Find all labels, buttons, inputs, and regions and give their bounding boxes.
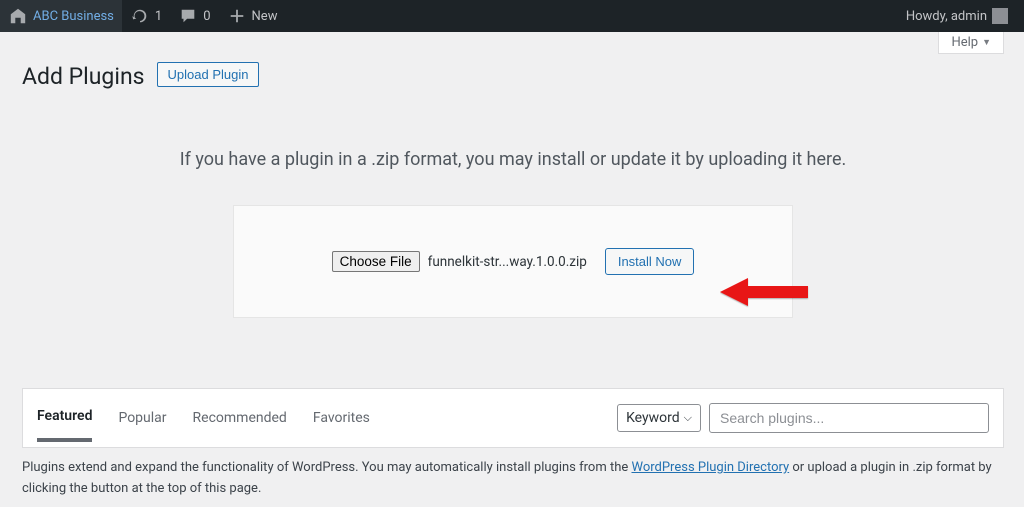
search-input[interactable] bbox=[709, 403, 989, 433]
page-title-row: Add Plugins Upload Plugin bbox=[22, 54, 1004, 94]
filter-search: Keyword ⌵ bbox=[617, 403, 989, 447]
filter-tabs: Featured Popular Recommended Favorites bbox=[37, 408, 370, 442]
avatar bbox=[992, 8, 1008, 24]
new-content-menu[interactable]: New bbox=[219, 0, 286, 32]
updates-menu[interactable]: 1 bbox=[122, 0, 170, 32]
tab-popular[interactable]: Popular bbox=[118, 410, 166, 440]
site-name-label: ABC Business bbox=[33, 9, 114, 24]
new-label: New bbox=[252, 9, 278, 24]
admin-bar-left: ABC Business 1 0 New bbox=[0, 0, 285, 32]
admin-bar-right: Howdy, admin bbox=[898, 0, 1016, 32]
refresh-icon bbox=[130, 6, 150, 26]
search-type-select[interactable]: Keyword ⌵ bbox=[617, 404, 701, 432]
chevron-down-icon: ⌵ bbox=[684, 411, 692, 425]
chevron-down-icon: ▼ bbox=[982, 37, 991, 48]
updates-count: 1 bbox=[155, 9, 162, 24]
upload-intro-text: If you have a plugin in a .zip format, y… bbox=[22, 149, 1004, 170]
install-now-button[interactable]: Install Now bbox=[605, 248, 695, 275]
help-tab[interactable]: Help ▼ bbox=[938, 32, 1004, 54]
comments-menu[interactable]: 0 bbox=[170, 0, 218, 32]
selected-filename: funnelkit-str...way.1.0.0.zip bbox=[428, 254, 587, 270]
page-wrap: Help ▼ Add Plugins Upload Plugin If you … bbox=[0, 32, 1024, 500]
account-menu[interactable]: Howdy, admin bbox=[898, 0, 1016, 32]
plus-icon bbox=[227, 6, 247, 26]
site-name-menu[interactable]: ABC Business bbox=[0, 0, 122, 32]
help-label: Help bbox=[951, 35, 978, 50]
admin-bar: ABC Business 1 0 New Howdy, admin bbox=[0, 0, 1024, 32]
comments-count: 0 bbox=[203, 9, 210, 24]
comment-icon bbox=[178, 6, 198, 26]
home-icon bbox=[8, 6, 28, 26]
tab-favorites[interactable]: Favorites bbox=[313, 410, 370, 440]
upload-box: Choose File funnelkit-str...way.1.0.0.zi… bbox=[233, 205, 793, 318]
filter-bar: Featured Popular Recommended Favorites K… bbox=[22, 388, 1004, 448]
description-text: Plugins extend and expand the functional… bbox=[22, 458, 1004, 500]
howdy-label: Howdy, admin bbox=[906, 9, 987, 24]
keyword-select-label: Keyword bbox=[626, 410, 680, 426]
tab-featured[interactable]: Featured bbox=[37, 408, 92, 442]
plugin-directory-link[interactable]: WordPress Plugin Directory bbox=[631, 460, 789, 475]
page-title: Add Plugins bbox=[22, 54, 145, 94]
upload-plugin-button[interactable]: Upload Plugin bbox=[157, 62, 260, 87]
desc-pre: Plugins extend and expand the functional… bbox=[22, 460, 631, 475]
tab-recommended[interactable]: Recommended bbox=[193, 410, 287, 440]
annotation-arrow bbox=[720, 270, 810, 319]
choose-file-button[interactable]: Choose File bbox=[332, 251, 420, 272]
